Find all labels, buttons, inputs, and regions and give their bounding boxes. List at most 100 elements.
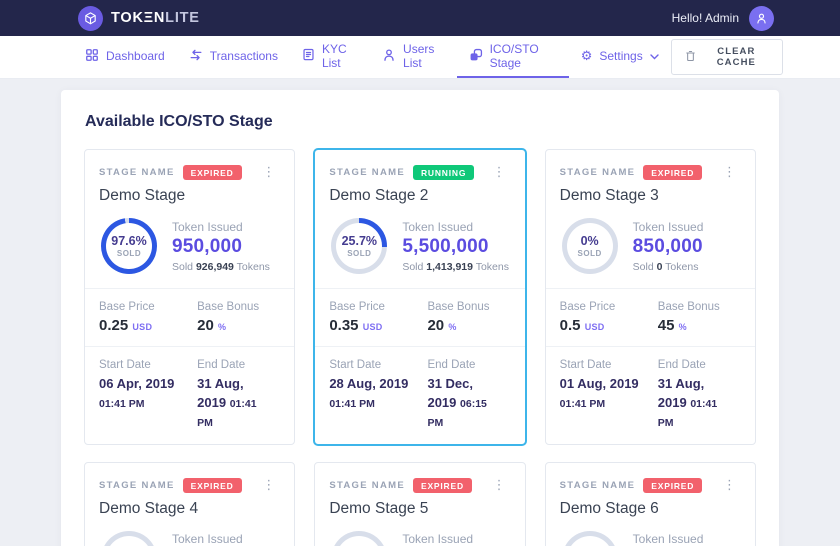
token-issued-label: Token Issued <box>402 220 509 234</box>
sold-label: SOLD <box>578 249 602 258</box>
document-list-icon <box>302 48 315 64</box>
nav-label: Dashboard <box>106 49 165 63</box>
content-area: Available ICO/STO Stage STAGE NAME EXPIR… <box>0 79 840 546</box>
nav-label: ICO/STO Stage <box>490 42 557 70</box>
kebab-menu-icon[interactable]: ⋮ <box>718 477 741 494</box>
nav-item-ico-sto-stage[interactable]: ICO/STO Stage <box>457 36 569 78</box>
card-dates-section: Start Date 06 Apr, 2019 01:41 PM End Dat… <box>85 346 294 444</box>
sold-percent: 97.6% <box>111 234 146 248</box>
stage-name-label: STAGE NAME <box>560 167 636 178</box>
stage-title: Demo Stage 3 <box>560 187 741 205</box>
app-header: TOKΞNLITE Hello! Admin <box>0 0 840 36</box>
status-badge: EXPIRED <box>643 165 702 180</box>
card-summary-section: STAGE NAME EXPIRED ⋮ Demo Stage 5 0% SOL… <box>315 463 524 546</box>
chevron-down-icon <box>650 49 659 63</box>
sold-progress-ring: 0% SOLD <box>562 531 618 546</box>
status-badge: EXPIRED <box>413 478 472 493</box>
nav-item-settings[interactable]: ⚙ Settings <box>569 36 671 78</box>
main-nav: Dashboard Transactions KYC List Users Li… <box>0 36 840 79</box>
card-summary-section: STAGE NAME EXPIRED ⋮ Demo Stage 3 0% SOL… <box>546 150 755 288</box>
stage-card: STAGE NAME EXPIRED ⋮ Demo Stage 3 0% SOL… <box>545 149 756 445</box>
nav-label: Transactions <box>210 49 278 63</box>
sold-progress-ring: 97.6% SOLD <box>101 218 157 274</box>
nav-item-transactions[interactable]: Transactions <box>177 36 290 78</box>
swap-arrows-icon <box>189 48 203 65</box>
nav-item-dashboard[interactable]: Dashboard <box>85 36 177 78</box>
stage-name-label: STAGE NAME <box>329 167 405 178</box>
token-issued-value: 950,000 <box>172 236 270 258</box>
start-date-value: 01 Aug, 2019 01:41 PM <box>560 375 658 413</box>
clear-cache-label: CLEAR CACHE <box>704 46 769 68</box>
nav-item-kyc-list[interactable]: KYC List <box>290 36 370 78</box>
card-price-section: Base Price 0.35 USD Base Bonus 20 % <box>315 288 524 346</box>
gear-icon: ⚙ <box>581 50 593 63</box>
grid-icon <box>85 48 99 65</box>
base-bonus-label: Base Bonus <box>658 301 741 313</box>
kebab-menu-icon[interactable]: ⋮ <box>257 164 280 181</box>
card-price-section: Base Price 0.5 USD Base Bonus 45 % <box>546 288 755 346</box>
card-summary-section: STAGE NAME EXPIRED ⋮ Demo Stage 97.6% SO… <box>85 150 294 288</box>
clear-cache-button[interactable]: CLEAR CACHE <box>671 39 783 75</box>
base-price-value: 0.5 USD <box>560 317 658 334</box>
start-date-value: 06 Apr, 2019 01:41 PM <box>99 375 197 413</box>
stage-name-label: STAGE NAME <box>99 480 175 491</box>
status-badge: RUNNING <box>413 165 474 180</box>
card-price-section: Base Price 0.25 USD Base Bonus 20 % <box>85 288 294 346</box>
sold-tokens-value: 1,413,919 <box>426 261 473 273</box>
base-bonus-label: Base Bonus <box>427 301 510 313</box>
sold-tokens-value: 0 <box>657 261 663 273</box>
nav-label: KYC List <box>322 42 358 70</box>
base-price-label: Base Price <box>329 301 427 313</box>
logo-text: TOKΞNLITE <box>111 10 200 26</box>
base-bonus-value: 20 % <box>427 317 510 334</box>
sold-progress-ring: 25.7% SOLD <box>331 218 387 274</box>
sold-label: SOLD <box>117 249 141 258</box>
status-badge: EXPIRED <box>183 165 242 180</box>
sold-progress-ring: 0% SOLD <box>562 218 618 274</box>
logo-cube-icon <box>78 6 103 31</box>
sold-tokens-line: Sold 926,949 Tokens <box>172 261 270 273</box>
start-date-label: Start Date <box>329 359 427 371</box>
nav-item-users-list[interactable]: Users List <box>370 36 457 78</box>
stage-title: Demo Stage 2 <box>329 187 510 205</box>
token-issued-label: Token Issued <box>172 532 243 546</box>
content-panel: Available ICO/STO Stage STAGE NAME EXPIR… <box>61 90 779 546</box>
token-issued-value: 5,500,000 <box>402 236 509 258</box>
status-badge: EXPIRED <box>183 478 242 493</box>
base-price-label: Base Price <box>560 301 658 313</box>
stage-name-label: STAGE NAME <box>329 480 405 491</box>
percent-unit: % <box>218 322 226 332</box>
app-logo[interactable]: TOKΞNLITE <box>78 6 200 31</box>
token-issued-label: Token Issued <box>402 532 473 546</box>
card-dates-section: Start Date 28 Aug, 2019 01:41 PM End Dat… <box>315 346 524 444</box>
end-date-label: End Date <box>197 359 280 371</box>
kebab-menu-icon[interactable]: ⋮ <box>718 164 741 181</box>
stage-title: Demo Stage <box>99 187 280 205</box>
percent-unit: % <box>679 322 687 332</box>
token-issued-label: Token Issued <box>633 220 704 234</box>
end-date-value: 31 Aug, 2019 01:41 PM <box>658 375 741 432</box>
stage-name-label: STAGE NAME <box>560 480 636 491</box>
sold-progress-ring: 0% SOLD <box>101 531 157 546</box>
base-bonus-value: 20 % <box>197 317 280 334</box>
token-issued-label: Token Issued <box>172 220 270 234</box>
sold-percent: 25.7% <box>342 234 377 248</box>
end-date-value: 31 Dec, 2019 06:15 PM <box>427 375 510 432</box>
stage-card: STAGE NAME EXPIRED ⋮ Demo Stage 5 0% SOL… <box>314 462 525 546</box>
end-date-value: 31 Aug, 2019 01:41 PM <box>197 375 280 432</box>
start-date-label: Start Date <box>99 359 197 371</box>
user-avatar[interactable] <box>749 6 774 31</box>
kebab-menu-icon[interactable]: ⋮ <box>488 164 511 181</box>
percent-unit: % <box>448 322 456 332</box>
stage-card: STAGE NAME EXPIRED ⋮ Demo Stage 4 0% SOL… <box>84 462 295 546</box>
kebab-menu-icon[interactable]: ⋮ <box>257 477 280 494</box>
sold-tokens-line: Sold 1,413,919 Tokens <box>402 261 509 273</box>
sold-tokens-value: 926,949 <box>196 261 234 273</box>
base-bonus-label: Base Bonus <box>197 301 280 313</box>
card-summary-section: STAGE NAME EXPIRED ⋮ Demo Stage 4 0% SOL… <box>85 463 294 546</box>
stage-card: STAGE NAME EXPIRED ⋮ Demo Stage 97.6% SO… <box>84 149 295 445</box>
card-summary-section: STAGE NAME RUNNING ⋮ Demo Stage 2 25.7% … <box>315 150 524 288</box>
base-price-value: 0.25 USD <box>99 317 197 334</box>
sold-percent: 0% <box>581 234 599 248</box>
kebab-menu-icon[interactable]: ⋮ <box>488 477 511 494</box>
